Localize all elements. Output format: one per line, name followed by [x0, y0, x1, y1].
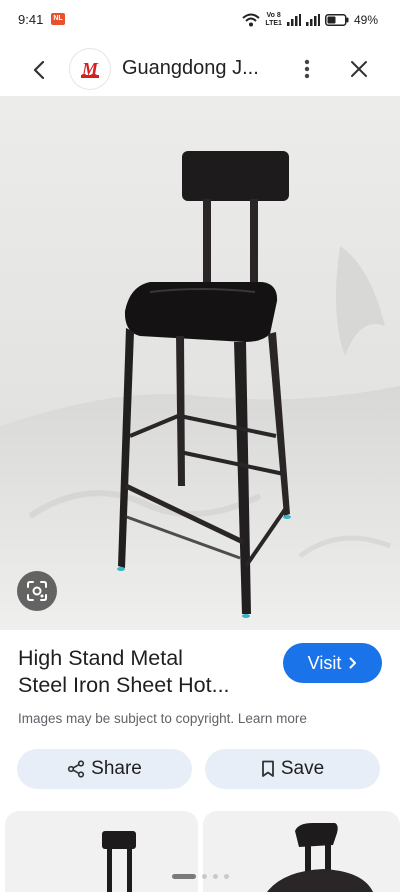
more-vert-icon [304, 59, 310, 79]
lens-button[interactable] [17, 571, 57, 611]
status-icons: Vo 8 LTE1 49% [242, 10, 378, 30]
more-options-button[interactable] [296, 56, 318, 82]
signal-icon-1 [286, 14, 301, 26]
wifi-icon [242, 13, 261, 27]
product-image[interactable] [0, 96, 400, 630]
status-bar: 9:41 NL Vo 8 LTE1 49% [0, 0, 400, 40]
page-dot [224, 874, 229, 879]
top-bar: M Guangdong J... [0, 42, 400, 96]
battery-percent: 49% [353, 13, 378, 27]
save-label: Save [280, 758, 325, 779]
status-time: 9:41 [18, 12, 44, 27]
related-image-1 [102, 831, 136, 892]
related-result-2[interactable] [203, 811, 400, 892]
page-indicator [172, 874, 229, 879]
copyright-text: Images may be subject to copyright. [18, 711, 235, 726]
save-button[interactable]: Save [205, 749, 380, 789]
bar-stool-photo [0, 96, 400, 630]
related-result-1[interactable] [5, 811, 198, 892]
volte-indicator: Vo 8 LTE1 [265, 12, 282, 27]
battery-icon [324, 14, 349, 26]
related-image-2 [267, 823, 373, 892]
lens-icon [27, 581, 47, 601]
learn-more-link[interactable]: Learn more [238, 711, 307, 726]
back-button[interactable] [26, 57, 52, 83]
page-dot [213, 874, 218, 879]
back-arrow-icon [33, 61, 45, 79]
page-dot-active [172, 874, 196, 879]
copyright-notice: Images may be subject to copyright. Lear… [18, 711, 307, 726]
bookmark-icon [261, 760, 274, 777]
share-button[interactable]: Share [17, 749, 192, 789]
product-title[interactable]: High Stand Metal Steel Iron Sheet Hot... [18, 645, 283, 699]
page-dot [202, 874, 207, 879]
share-icon [68, 760, 85, 778]
site-name: Guangdong J... [122, 57, 259, 79]
visit-label: Visit [307, 652, 342, 673]
signal-icon-2 [305, 14, 320, 26]
product-title-line1: High Stand Metal [18, 646, 183, 670]
site-logo: M [70, 49, 110, 89]
chevron-right-icon [349, 657, 357, 669]
share-label: Share [91, 758, 142, 779]
visit-button[interactable]: Visit [283, 643, 382, 683]
product-title-line2: Steel Iron Sheet Hot... [18, 673, 230, 697]
notification-icon: NL [51, 13, 65, 25]
close-icon [351, 61, 367, 77]
close-button[interactable] [346, 56, 372, 82]
